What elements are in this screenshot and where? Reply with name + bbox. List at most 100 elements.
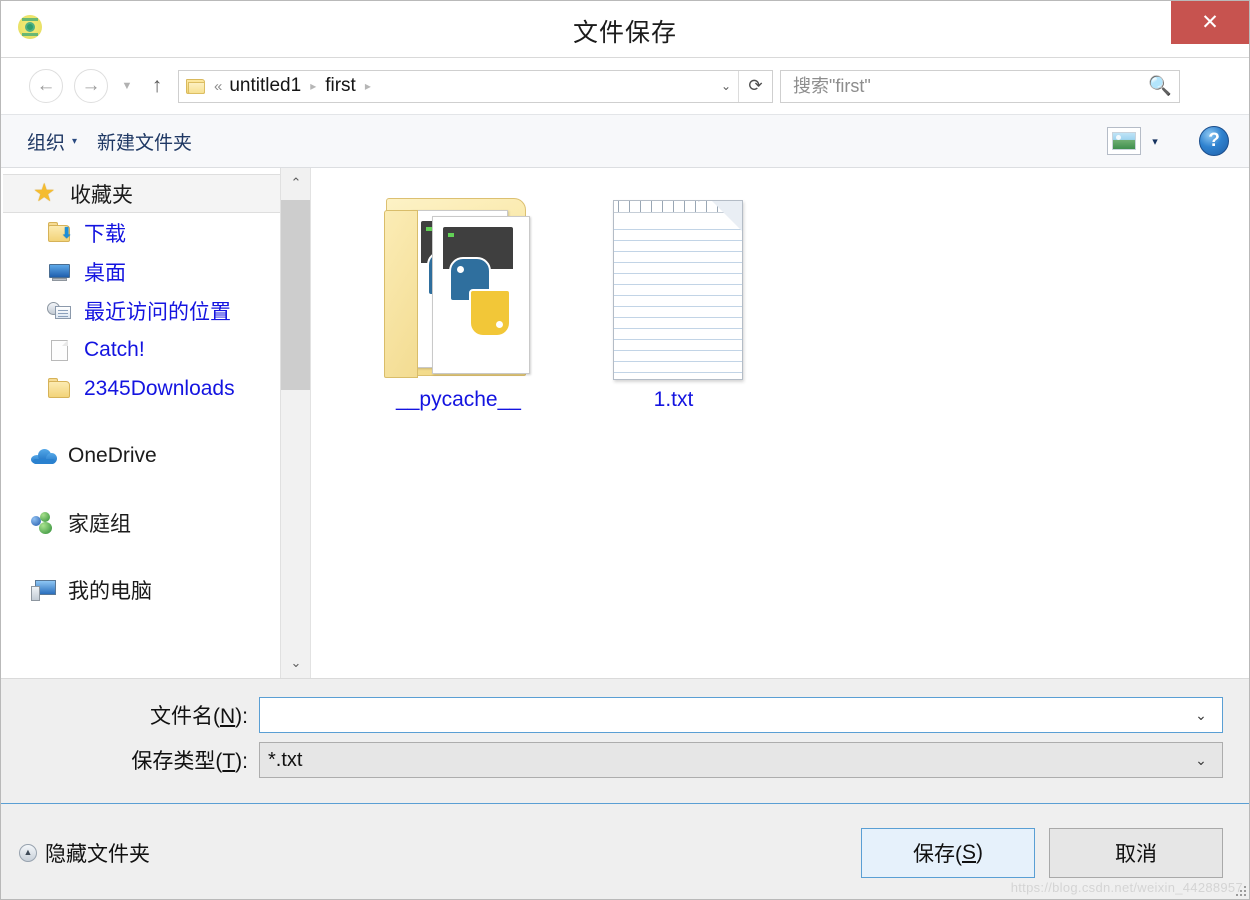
filename-label-suffix: ):: [235, 705, 248, 728]
breadcrumb-item-untitled1[interactable]: untitled1: [229, 75, 301, 97]
filename-label-key: N: [220, 705, 236, 728]
save-file-dialog: 文件保存 ✕ ← → ▼ ↑ « untitled1 ▸ first ▸ ⌄ ⟳…: [0, 0, 1250, 900]
up-one-level-button[interactable]: ↑: [144, 69, 170, 103]
hide-folders-button[interactable]: ▲ 隐藏文件夹: [19, 838, 150, 868]
document-icon: [47, 338, 73, 362]
sidebar-item-label: 家庭组: [68, 512, 131, 536]
sidebar-item-desktop[interactable]: 桌面: [1, 252, 310, 291]
filetype-label-key: T: [222, 750, 236, 773]
refresh-icon[interactable]: ⟳: [738, 70, 772, 102]
sidebar-item-label: 桌面: [84, 261, 126, 285]
search-input[interactable]: [793, 75, 1147, 97]
sidebar-item-label: 收藏夹: [70, 183, 133, 207]
back-button[interactable]: ←: [29, 69, 63, 103]
save-form: 文件名(N): ⌄ 保存类型(T): *.txt ⌄: [1, 678, 1249, 803]
chevron-down-icon[interactable]: ⌄: [1184, 752, 1218, 769]
sidebar-item-label: OneDrive: [68, 443, 157, 467]
downloads-folder-icon: ⬇: [47, 221, 73, 245]
resize-grip[interactable]: [1235, 885, 1247, 897]
file-list-pane[interactable]: __pycache__ 1.txt: [311, 168, 1249, 678]
sidebar-item-onedrive[interactable]: OneDrive: [1, 436, 310, 475]
sidebar-item-label: 2345Downloads: [84, 376, 235, 400]
filetype-row: 保存类型(T): *.txt ⌄: [27, 742, 1223, 778]
new-folder-label: 新建文件夹: [97, 132, 193, 154]
picture-view-icon[interactable]: [1107, 127, 1141, 155]
onedrive-cloud-icon: [31, 444, 57, 468]
sidebar-item-favorites[interactable]: ★ 收藏夹: [3, 174, 308, 213]
filetype-label-prefix: 保存类型(: [131, 750, 223, 773]
homegroup-icon: [31, 511, 57, 535]
sidebar-item-label: 下载: [84, 222, 126, 246]
navigation-list: ★ 收藏夹 ⬇ 下载 桌面 最近访问的位置 Catch! 2345Downloa…: [1, 168, 310, 609]
breadcrumb: « untitled1 ▸ first ▸: [212, 75, 714, 97]
my-computer-icon: [31, 578, 57, 602]
window-title: 文件保存: [572, 19, 677, 47]
cancel-button[interactable]: 取消: [1049, 827, 1223, 878]
filename-label-prefix: 文件名(: [150, 705, 220, 728]
desktop-monitor-icon: [47, 260, 73, 284]
filename-input[interactable]: [268, 703, 1184, 727]
search-icon[interactable]: 🔍: [1147, 74, 1173, 98]
filename-row: 文件名(N): ⌄: [27, 697, 1223, 733]
watermark: https://blog.csdn.net/weixin_44288957: [1010, 880, 1243, 895]
filetype-combo[interactable]: *.txt ⌄: [259, 742, 1223, 778]
hide-folders-label: 隐藏文件夹: [45, 842, 150, 866]
text-document-icon: [599, 192, 749, 382]
organize-label: 组织: [27, 132, 66, 154]
chevron-down-icon: ▾: [72, 135, 78, 147]
dialog-footer: ▲ 隐藏文件夹 保存(S) 取消 https://blog.csdn.net/w…: [1, 803, 1249, 899]
sidebar-item-label: 我的电脑: [68, 579, 152, 603]
breadcrumb-separator-icon[interactable]: ▸: [310, 79, 316, 93]
search-box[interactable]: 🔍: [780, 69, 1180, 103]
file-item-label: 1.txt: [653, 388, 694, 411]
save-label-suffix: ): [976, 840, 983, 864]
address-bar[interactable]: « untitled1 ▸ first ▸ ⌄ ⟳: [178, 69, 773, 103]
sidebar-item-downloads[interactable]: ⬇ 下载: [1, 213, 310, 252]
sidebar-item-catch[interactable]: Catch!: [1, 330, 310, 369]
organize-button[interactable]: 组织 ▾: [17, 123, 87, 160]
recent-places-icon: [47, 299, 73, 323]
recent-locations-button[interactable]: ▼: [116, 69, 138, 103]
scroll-up-icon[interactable]: ⌃: [281, 168, 310, 198]
breadcrumb-item-first[interactable]: first: [325, 75, 356, 97]
filetype-value: *.txt: [268, 748, 303, 771]
breadcrumb-overflow-icon[interactable]: «: [214, 78, 222, 95]
filetype-label: 保存类型(T):: [27, 745, 259, 775]
sidebar-item-label: 最近访问的位置: [84, 300, 231, 324]
sidebar-item-label: Catch!: [84, 337, 145, 361]
forward-button[interactable]: →: [74, 69, 108, 103]
navigation-bar: ← → ▼ ↑ « untitled1 ▸ first ▸ ⌄ ⟳ 🔍: [1, 58, 1249, 114]
python-cache-folder-icon: [383, 192, 534, 382]
command-toolbar: 组织 ▾ 新建文件夹 ▾ ?: [1, 114, 1249, 168]
save-label-key: S: [961, 840, 976, 864]
new-folder-button[interactable]: 新建文件夹: [87, 123, 202, 160]
sidebar-item-2345downloads[interactable]: 2345Downloads: [1, 369, 310, 408]
file-item-label: __pycache__: [396, 388, 521, 411]
scroll-down-icon[interactable]: ⌄: [281, 648, 310, 678]
sidebar-scrollbar[interactable]: ⌃ ⌄: [280, 168, 310, 678]
filetype-label-suffix: ):: [235, 750, 248, 773]
save-label-prefix: 保存(: [912, 842, 962, 866]
collapse-up-icon: ▲: [19, 843, 37, 862]
sidebar-item-homegroup[interactable]: 家庭组: [1, 503, 310, 542]
help-button[interactable]: ?: [1199, 126, 1229, 156]
filename-combo[interactable]: ⌄: [259, 697, 1223, 733]
breadcrumb-separator-icon[interactable]: ▸: [365, 79, 371, 93]
chevron-down-icon[interactable]: ⌄: [714, 71, 738, 102]
view-options-chevron-down-icon[interactable]: ▾: [1141, 127, 1169, 155]
sidebar-item-my-computer[interactable]: 我的电脑: [1, 570, 310, 609]
file-item-pycache[interactable]: __pycache__: [351, 186, 566, 412]
scrollbar-thumb[interactable]: [281, 200, 310, 390]
navigation-pane: ★ 收藏夹 ⬇ 下载 桌面 最近访问的位置 Catch! 2345Downloa…: [1, 168, 311, 678]
file-item-1-txt[interactable]: 1.txt: [566, 186, 781, 412]
star-icon: ★: [33, 178, 56, 207]
dialog-body: ★ 收藏夹 ⬇ 下载 桌面 最近访问的位置 Catch! 2345Downloa…: [1, 168, 1249, 678]
save-button[interactable]: 保存(S): [861, 827, 1035, 878]
sidebar-item-recent-places[interactable]: 最近访问的位置: [1, 291, 310, 330]
chevron-down-icon[interactable]: ⌄: [1184, 707, 1218, 724]
close-button[interactable]: ✕: [1171, 1, 1249, 44]
filename-label: 文件名(N):: [27, 700, 259, 730]
